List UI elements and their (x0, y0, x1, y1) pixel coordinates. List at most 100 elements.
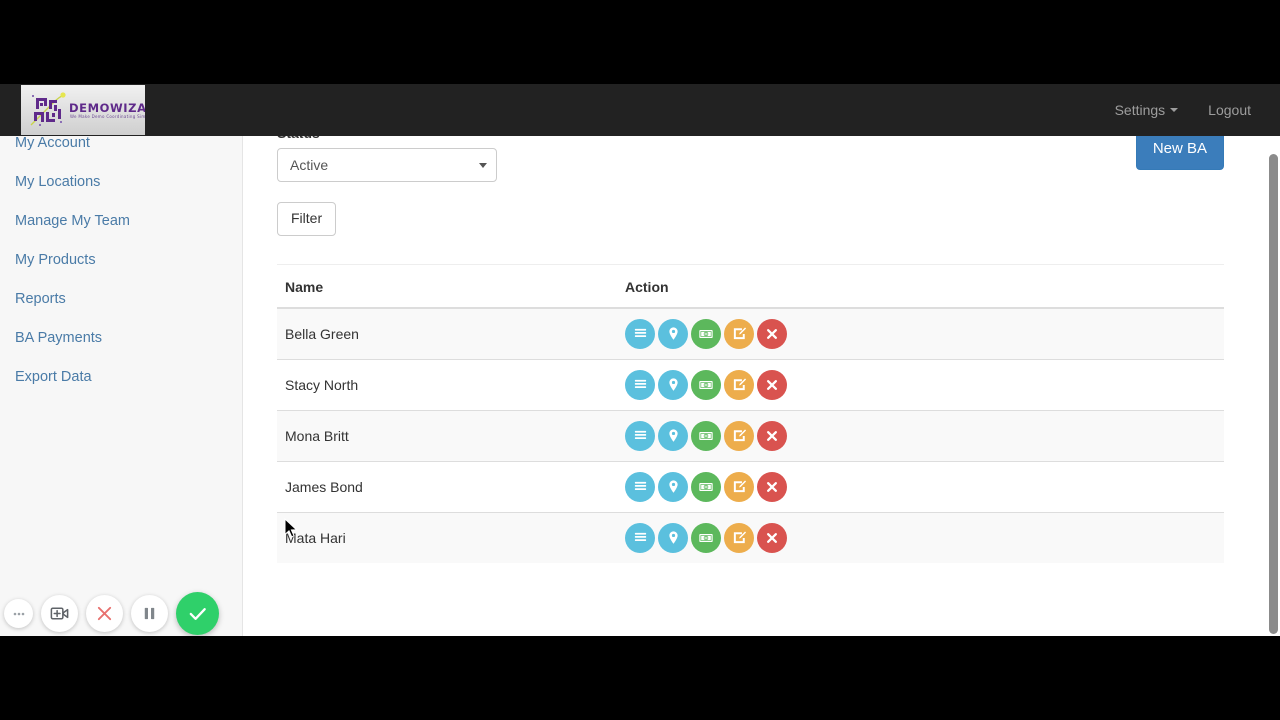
browser-viewport: My Account My Locations Manage My Team M… (0, 84, 1280, 636)
sidebar-item-manage-my-team[interactable]: Manage My Team (0, 214, 242, 229)
edit-action[interactable] (724, 318, 754, 349)
close-x-icon (765, 378, 779, 392)
chevron-down-icon (1170, 108, 1179, 112)
edit-action[interactable] (724, 420, 754, 451)
table-row: Mata Hari (277, 511, 1224, 563)
brand-tagline: We Make Demo Coordinating Simple (70, 114, 145, 119)
money-bill-icon (698, 377, 714, 393)
brand-logo[interactable]: DEMOWIZARD We Make Demo Coordinating Sim… (21, 85, 145, 135)
scrollbar-thumb[interactable] (1269, 154, 1278, 634)
map-pin-icon (666, 479, 681, 494)
close-x-icon (765, 429, 779, 443)
payment-action[interactable] (691, 369, 721, 400)
payment-action[interactable] (691, 318, 721, 349)
pause-icon (144, 607, 155, 620)
delete-action[interactable] (757, 471, 787, 502)
cell-actions (617, 511, 1224, 563)
edit-square-icon (732, 530, 747, 545)
payment-action[interactable] (691, 522, 721, 553)
cell-name: Mata Hari (277, 511, 617, 563)
table-head: Name Action (277, 264, 1224, 309)
delete-action[interactable] (757, 522, 787, 553)
details-action[interactable] (625, 369, 655, 400)
column-header-action: Action (617, 264, 1224, 309)
details-action[interactable] (625, 522, 655, 553)
table-row: James Bond (277, 460, 1224, 513)
maze-logo-icon (30, 92, 66, 126)
pause-recording-button[interactable] (131, 595, 168, 632)
close-x-icon (97, 606, 112, 621)
edit-action[interactable] (724, 522, 754, 553)
delete-action[interactable] (757, 420, 787, 451)
table-row: Bella Green (277, 307, 1224, 360)
delete-action[interactable] (757, 318, 787, 349)
money-bill-icon (698, 428, 714, 444)
main-content: Manage My Team Status Active New BA Filt… (243, 84, 1280, 636)
status-select[interactable]: Active (277, 147, 497, 182)
status-select-wrapper: Active (277, 147, 497, 182)
location-action[interactable] (658, 420, 688, 451)
more-options-button[interactable] (4, 599, 33, 628)
add-clip-button[interactable] (41, 595, 78, 632)
nav-settings-label: Settings (1114, 102, 1166, 118)
video-add-icon (50, 607, 69, 620)
details-action[interactable] (625, 318, 655, 349)
edit-square-icon (732, 479, 747, 494)
list-icon (633, 377, 648, 392)
cell-name: Stacy North (277, 358, 617, 411)
map-pin-icon (666, 326, 681, 341)
list-icon (633, 479, 648, 494)
money-bill-icon (698, 326, 714, 342)
edit-square-icon (732, 428, 747, 443)
sidebar-item-ba-payments[interactable]: BA Payments (0, 331, 242, 346)
list-icon (633, 326, 648, 341)
location-action[interactable] (658, 318, 688, 349)
sidebar-item-export-data[interactable]: Export Data (0, 370, 242, 385)
brand-name: DEMOWIZARD (69, 101, 145, 115)
money-bill-icon (698, 479, 714, 495)
finish-recording-button[interactable] (176, 592, 219, 635)
payment-action[interactable] (691, 420, 721, 451)
sidebar-item-my-account[interactable]: My Account (0, 136, 242, 151)
location-action[interactable] (658, 471, 688, 502)
map-pin-icon (666, 530, 681, 545)
edit-action[interactable] (724, 369, 754, 400)
team-table: Name Action Bella Green Stacy North Mona B… (277, 264, 1224, 563)
close-x-icon (765, 327, 779, 341)
map-pin-icon (666, 377, 681, 392)
sidebar: My Account My Locations Manage My Team M… (0, 84, 243, 636)
nav-logout[interactable]: Logout (1193, 102, 1266, 118)
details-action[interactable] (625, 420, 655, 451)
sidebar-item-my-locations[interactable]: My Locations (0, 175, 242, 190)
close-x-icon (765, 480, 779, 494)
cell-name: Mona Britt (277, 409, 617, 462)
list-icon (633, 428, 648, 443)
sidebar-item-my-products[interactable]: My Products (0, 253, 242, 268)
screen-recorder-toolbar (4, 592, 219, 635)
location-action[interactable] (658, 369, 688, 400)
ellipsis-icon (13, 612, 24, 615)
close-x-icon (765, 531, 779, 545)
cell-actions (617, 460, 1224, 513)
check-icon (189, 608, 206, 620)
navbar: DEMOWIZARD We Make Demo Coordinating Sim… (0, 84, 1280, 136)
payment-action[interactable] (691, 471, 721, 502)
cell-actions (617, 308, 1224, 360)
column-header-name: Name (277, 264, 617, 309)
location-action[interactable] (658, 522, 688, 553)
screen: My Account My Locations Manage My Team M… (0, 0, 1280, 720)
table-row: Mona Britt (277, 409, 1224, 462)
sidebar-item-reports[interactable]: Reports (0, 292, 242, 307)
delete-action[interactable] (757, 369, 787, 400)
cell-name: James Bond (277, 460, 617, 513)
cell-actions (617, 358, 1224, 411)
money-bill-icon (698, 530, 714, 546)
table-header-row: Name Action (277, 264, 1224, 309)
edit-action[interactable] (724, 471, 754, 502)
details-action[interactable] (625, 471, 655, 502)
map-pin-icon (666, 428, 681, 443)
cell-actions (617, 409, 1224, 462)
cancel-recording-button[interactable] (86, 595, 123, 632)
nav-settings[interactable]: Settings (1100, 102, 1194, 118)
filter-button[interactable]: Filter (277, 201, 337, 236)
